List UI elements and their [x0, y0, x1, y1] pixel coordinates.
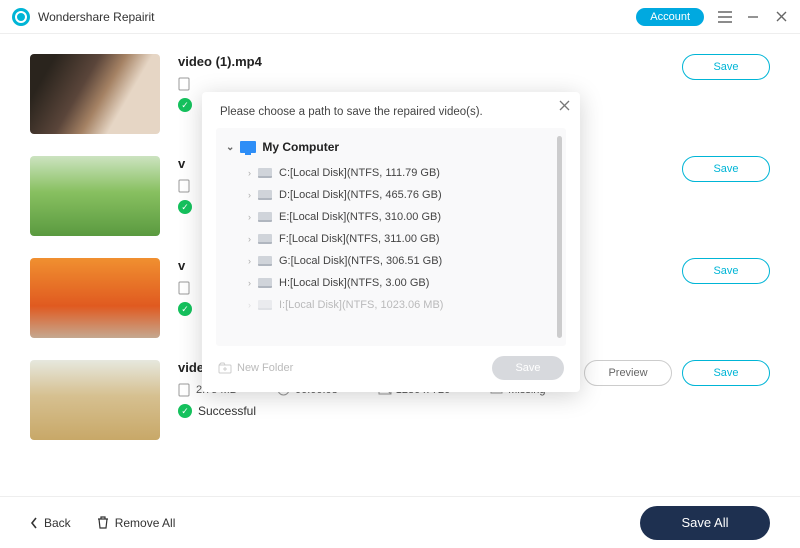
status-text: Successful	[198, 404, 256, 418]
drive-label: D:[Local Disk](NTFS, 465.76 GB)	[279, 189, 442, 201]
success-icon: ✓	[178, 302, 192, 316]
dialog-save-button[interactable]: Save	[492, 356, 564, 380]
drive-icon	[258, 278, 272, 288]
file-icon	[178, 77, 191, 90]
drive-item[interactable]: › I:[Local Disk](NTFS, 1023.06 MB)	[222, 294, 560, 316]
drive-label: I:[Local Disk](NTFS, 1023.06 MB)	[279, 299, 443, 311]
save-button[interactable]: Save	[682, 54, 770, 80]
save-button[interactable]: Save	[682, 156, 770, 182]
drive-icon	[258, 190, 272, 200]
preview-button[interactable]: Preview	[584, 360, 672, 386]
tree-root-label: My Computer	[262, 140, 339, 154]
footer-bar: Back Remove All Save All	[0, 496, 800, 548]
video-thumbnail[interactable]	[30, 54, 160, 134]
save-path-dialog: Please choose a path to save the repaire…	[202, 92, 580, 392]
drive-item[interactable]: › C:[Local Disk](NTFS, 111.79 GB)	[222, 162, 560, 184]
drive-item[interactable]: › H:[Local Disk](NTFS, 3.00 GB)	[222, 272, 560, 294]
chevron-right-icon: ›	[248, 212, 251, 222]
drive-icon	[258, 168, 272, 178]
chevron-right-icon: ›	[248, 234, 251, 244]
drive-item[interactable]: › E:[Local Disk](NTFS, 310.00 GB)	[222, 206, 560, 228]
success-icon: ✓	[178, 98, 192, 112]
success-icon: ✓	[178, 200, 192, 214]
app-title: Wondershare Repairit	[38, 10, 155, 24]
file-name: video (1).mp4	[178, 54, 566, 69]
minimize-icon[interactable]	[746, 10, 760, 24]
drive-icon	[258, 300, 272, 310]
folder-tree[interactable]: ⌄ My Computer › C:[Local Disk](NTFS, 111.…	[216, 128, 566, 346]
file-icon	[178, 383, 191, 396]
chevron-right-icon: ›	[248, 168, 251, 178]
drive-icon	[258, 212, 272, 222]
chevron-down-icon: ⌄	[226, 142, 234, 153]
titlebar: Wondershare Repairit Account	[0, 0, 800, 34]
save-button[interactable]: Save	[682, 360, 770, 386]
close-icon[interactable]	[774, 10, 788, 24]
account-button[interactable]: Account	[636, 8, 704, 26]
new-folder-icon	[218, 362, 232, 374]
video-thumbnail[interactable]	[30, 360, 160, 440]
drive-label: C:[Local Disk](NTFS, 111.79 GB)	[279, 167, 440, 179]
new-folder-label: New Folder	[237, 362, 293, 374]
video-thumbnail[interactable]	[30, 258, 160, 338]
tree-root-my-computer[interactable]: ⌄ My Computer	[222, 138, 560, 162]
drive-item[interactable]: › D:[Local Disk](NTFS, 465.76 GB)	[222, 184, 560, 206]
file-icon	[178, 179, 191, 192]
dialog-title: Please choose a path to save the repaire…	[202, 106, 580, 128]
chevron-right-icon: ›	[248, 256, 251, 266]
drive-item[interactable]: › G:[Local Disk](NTFS, 306.51 GB)	[222, 250, 560, 272]
drive-label: G:[Local Disk](NTFS, 306.51 GB)	[279, 255, 442, 267]
drive-icon	[258, 234, 272, 244]
save-all-button[interactable]: Save All	[640, 506, 770, 540]
remove-all-label: Remove All	[115, 516, 176, 530]
file-icon	[178, 281, 191, 294]
menu-icon[interactable]	[718, 10, 732, 24]
drive-item[interactable]: › F:[Local Disk](NTFS, 311.00 GB)	[222, 228, 560, 250]
video-thumbnail[interactable]	[30, 156, 160, 236]
drive-label: F:[Local Disk](NTFS, 311.00 GB)	[279, 233, 440, 245]
drive-label: E:[Local Disk](NTFS, 310.00 GB)	[279, 211, 441, 223]
computer-icon	[240, 141, 256, 153]
chevron-right-icon: ›	[248, 278, 251, 288]
drive-icon	[258, 256, 272, 266]
chevron-right-icon: ›	[248, 190, 251, 200]
save-button[interactable]: Save	[682, 258, 770, 284]
success-icon: ✓	[178, 404, 192, 418]
app-logo	[12, 8, 30, 26]
drive-label: H:[Local Disk](NTFS, 3.00 GB)	[279, 277, 429, 289]
back-button[interactable]: Back	[30, 516, 71, 530]
new-folder-button[interactable]: New Folder	[218, 362, 293, 374]
back-label: Back	[44, 516, 71, 530]
dialog-close-button[interactable]	[559, 100, 570, 111]
chevron-right-icon: ›	[248, 300, 251, 310]
remove-all-button[interactable]: Remove All	[97, 516, 176, 530]
chevron-left-icon	[30, 517, 38, 529]
trash-icon	[97, 516, 109, 529]
